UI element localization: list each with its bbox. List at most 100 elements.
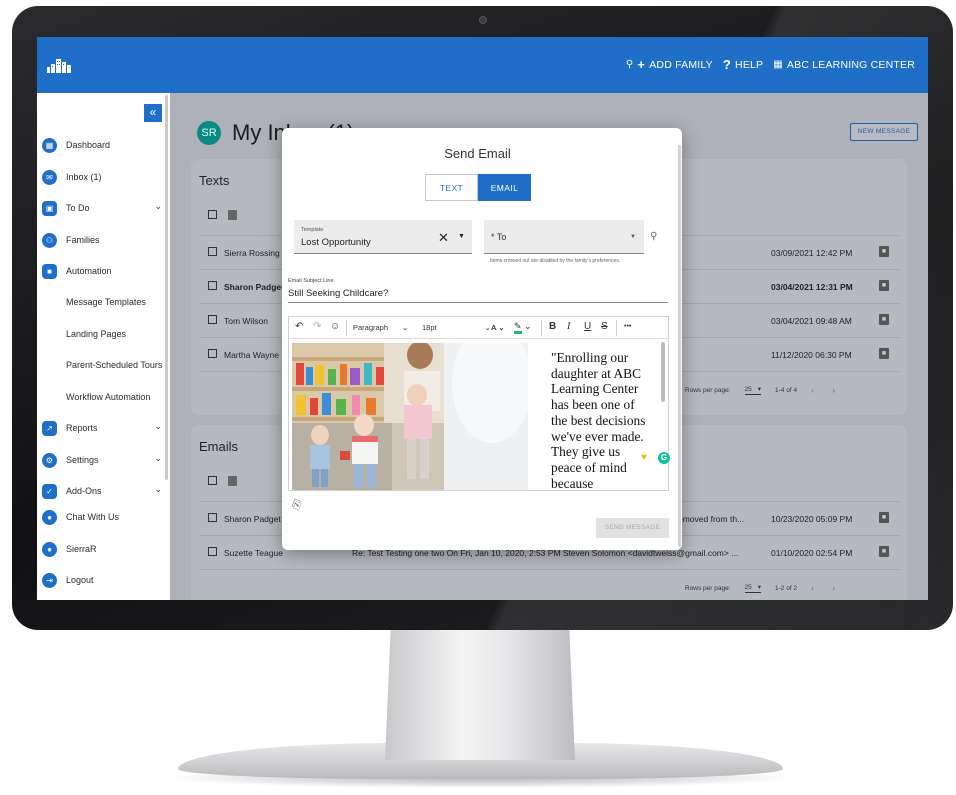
editor-scrollbar[interactable] <box>661 342 665 402</box>
send-email-dialog: Send Email TEXT EMAIL Template Lost Oppo… <box>282 128 682 550</box>
mail-icon: ✉ <box>42 169 57 185</box>
sidebar-scrollbar[interactable] <box>165 95 168 480</box>
paperclip-icon[interactable]: ⎘ <box>290 498 302 513</box>
rich-text-editor[interactable]: ↶ ↷ ☺ Paragraph ⌄ 18pt ⌄ A ⌄ ✎ ⌄ B I U S •… <box>288 316 670 491</box>
editor-body[interactable]: "Enrolling our daughter at ABC Learning … <box>289 340 659 490</box>
strikethrough-button[interactable]: S <box>601 321 608 332</box>
buildings-logo-icon[interactable] <box>46 55 72 75</box>
sidebar-item-label: Message Templates <box>66 297 146 307</box>
subject-label: Email Subject Line <box>288 278 334 284</box>
template-select[interactable]: Template Lost Opportunity ✕ ▼ <box>294 220 472 254</box>
row-date: 01/10/2020 02:54 PM <box>771 548 853 558</box>
row-checkbox[interactable] <box>208 547 217 556</box>
highlight-icon[interactable]: ✎ ⌄ <box>514 321 532 334</box>
center-switcher[interactable]: ▦ ABC LEARNING CENTER <box>773 59 915 71</box>
trash-icon[interactable]: ■ <box>879 512 889 523</box>
row-date: 03/04/2021 12:31 PM <box>771 282 853 292</box>
chat-icon: ● <box>42 509 57 525</box>
sidebar-item-todo[interactable]: ▣ To Do ⌄ <box>42 198 162 218</box>
select-all-checkbox[interactable] <box>208 210 217 219</box>
trash-icon[interactable]: ■ <box>879 546 889 557</box>
sidebar-item-label: Parent-Scheduled Tours <box>66 360 163 370</box>
sidebar-item-automation[interactable]: ■ Automation <box>42 261 162 281</box>
sidebar-item-label: To Do <box>66 203 90 213</box>
dialog-scrollbar[interactable] <box>678 145 681 547</box>
monitor-screen: ⚲ + ADD FAMILY ? HELP ▦ ABC LEARNING CEN… <box>37 37 928 600</box>
sidebar-item-label: Landing Pages <box>66 329 127 339</box>
new-message-button[interactable]: NEW MESSAGE <box>850 123 918 141</box>
chevron-down-icon: ⌄ <box>154 484 162 494</box>
rows-per-page-select[interactable]: 25 ▾ <box>744 583 762 593</box>
underline-button[interactable]: U <box>584 321 591 332</box>
add-family-button[interactable]: ⚲ + ADD FAMILY <box>626 57 713 72</box>
emails-pagination: Rows per page: 25 ▾ 1-2 of 2 ‹ › <box>685 583 853 593</box>
texts-pagination: Rows per page: 25 ▾ 1-4 of 4 ‹ › <box>685 385 853 395</box>
dropdown-arrow-icon[interactable]: ▼ <box>630 234 636 240</box>
dropdown-arrow-icon[interactable]: ▼ <box>458 233 465 240</box>
add-family-label: ADD FAMILY <box>649 58 713 71</box>
addons-icon: ✓ <box>42 483 57 499</box>
row-checkbox[interactable] <box>208 281 217 290</box>
chevron-down-icon: ⌄ <box>154 453 162 463</box>
collapse-sidebar-button[interactable]: « <box>144 104 162 122</box>
more-options-button[interactable]: ••• <box>624 323 631 330</box>
undo-icon[interactable]: ↶ <box>295 321 303 332</box>
sidebar-item-dashboard[interactable]: ▦ Dashboard <box>42 135 162 155</box>
next-page-icon[interactable]: › <box>832 385 835 395</box>
row-checkbox[interactable] <box>208 247 217 256</box>
row-checkbox[interactable] <box>208 349 217 358</box>
clear-icon[interactable]: ✕ <box>438 230 449 246</box>
sidebar: « ▦ Dashboard ✉ Inbox (1) ▣ To Do ⌄ ⚇ Fa… <box>37 93 170 600</box>
row-checkbox[interactable] <box>208 513 217 522</box>
sidebar-item-user[interactable]: ● SierraR <box>42 539 162 559</box>
emoji-icon[interactable]: ☺ <box>330 321 340 332</box>
sidebar-item-chat[interactable]: ● Chat With Us <box>42 507 162 527</box>
sidebar-item-inbox[interactable]: ✉ Inbox (1) <box>42 167 162 187</box>
sidebar-item-reports[interactable]: ↗ Reports ⌄ <box>42 418 162 438</box>
italic-button[interactable]: I <box>567 321 570 332</box>
paragraph-select[interactable]: Paragraph ⌄ <box>353 323 408 332</box>
select-all-checkbox[interactable] <box>208 476 217 485</box>
trash-icon[interactable] <box>228 210 237 220</box>
row-checkbox[interactable] <box>208 315 217 324</box>
avatar[interactable]: SR <box>197 121 221 145</box>
sidebar-item-label: Add-Ons <box>66 486 102 496</box>
sidebar-item-parent-scheduled-tours[interactable]: Parent-Scheduled Tours <box>66 355 166 375</box>
redo-icon[interactable]: ↷ <box>313 321 321 332</box>
sidebar-item-logout[interactable]: ⇥ Logout <box>42 570 162 590</box>
font-color-button[interactable]: A ⌄ <box>491 323 505 332</box>
search-icon[interactable]: ⚲ <box>650 231 657 242</box>
sidebar-item-message-templates[interactable]: Message Templates <box>66 292 166 312</box>
help-label: HELP <box>735 58 764 71</box>
trash-icon[interactable]: ■ <box>879 348 889 359</box>
sidebar-item-workflow-automation[interactable]: Workflow Automation <box>66 387 166 407</box>
recipient-hint: Items crossed out are disabled by the fa… <box>490 258 621 264</box>
font-size-select[interactable]: 18pt ⌄ <box>422 323 491 332</box>
sidebar-item-addons[interactable]: ✓ Add-Ons ⌄ <box>42 481 162 501</box>
send-message-button[interactable]: SEND MESSAGE <box>596 518 669 538</box>
sidebar-item-families[interactable]: ⚇ Families <box>42 230 162 250</box>
sidebar-item-landing-pages[interactable]: Landing Pages <box>66 324 166 344</box>
logout-icon: ⇥ <box>42 572 57 588</box>
tab-text[interactable]: TEXT <box>425 174 478 201</box>
prev-page-icon[interactable]: ‹ <box>811 583 814 593</box>
trash-icon[interactable]: ■ <box>879 280 889 291</box>
tab-email[interactable]: EMAIL <box>478 174 531 201</box>
settings-icon: ⚙ <box>42 452 57 468</box>
help-button[interactable]: ? HELP <box>723 57 763 72</box>
user-icon: ● <box>42 541 57 557</box>
recipient-select[interactable]: * To ▼ <box>484 220 644 254</box>
prev-page-icon[interactable]: ‹ <box>811 385 814 395</box>
monitor-stand-neck <box>385 628 575 760</box>
next-page-icon[interactable]: › <box>832 583 835 593</box>
question-icon: ? <box>722 57 732 72</box>
trash-icon[interactable] <box>228 476 237 486</box>
sidebar-item-settings[interactable]: ⚙ Settings ⌄ <box>42 450 162 470</box>
grammarly-icon[interactable]: G <box>658 452 670 464</box>
row-date: 03/04/2021 09:48 AM <box>771 316 852 326</box>
trash-icon[interactable]: ■ <box>879 314 889 325</box>
trash-icon[interactable]: ■ <box>879 246 889 257</box>
bold-button[interactable]: B <box>549 321 556 332</box>
rows-per-page-select[interactable]: 25 ▾ <box>744 385 762 395</box>
subject-field[interactable]: Still Seeking Childcare? <box>288 286 668 303</box>
